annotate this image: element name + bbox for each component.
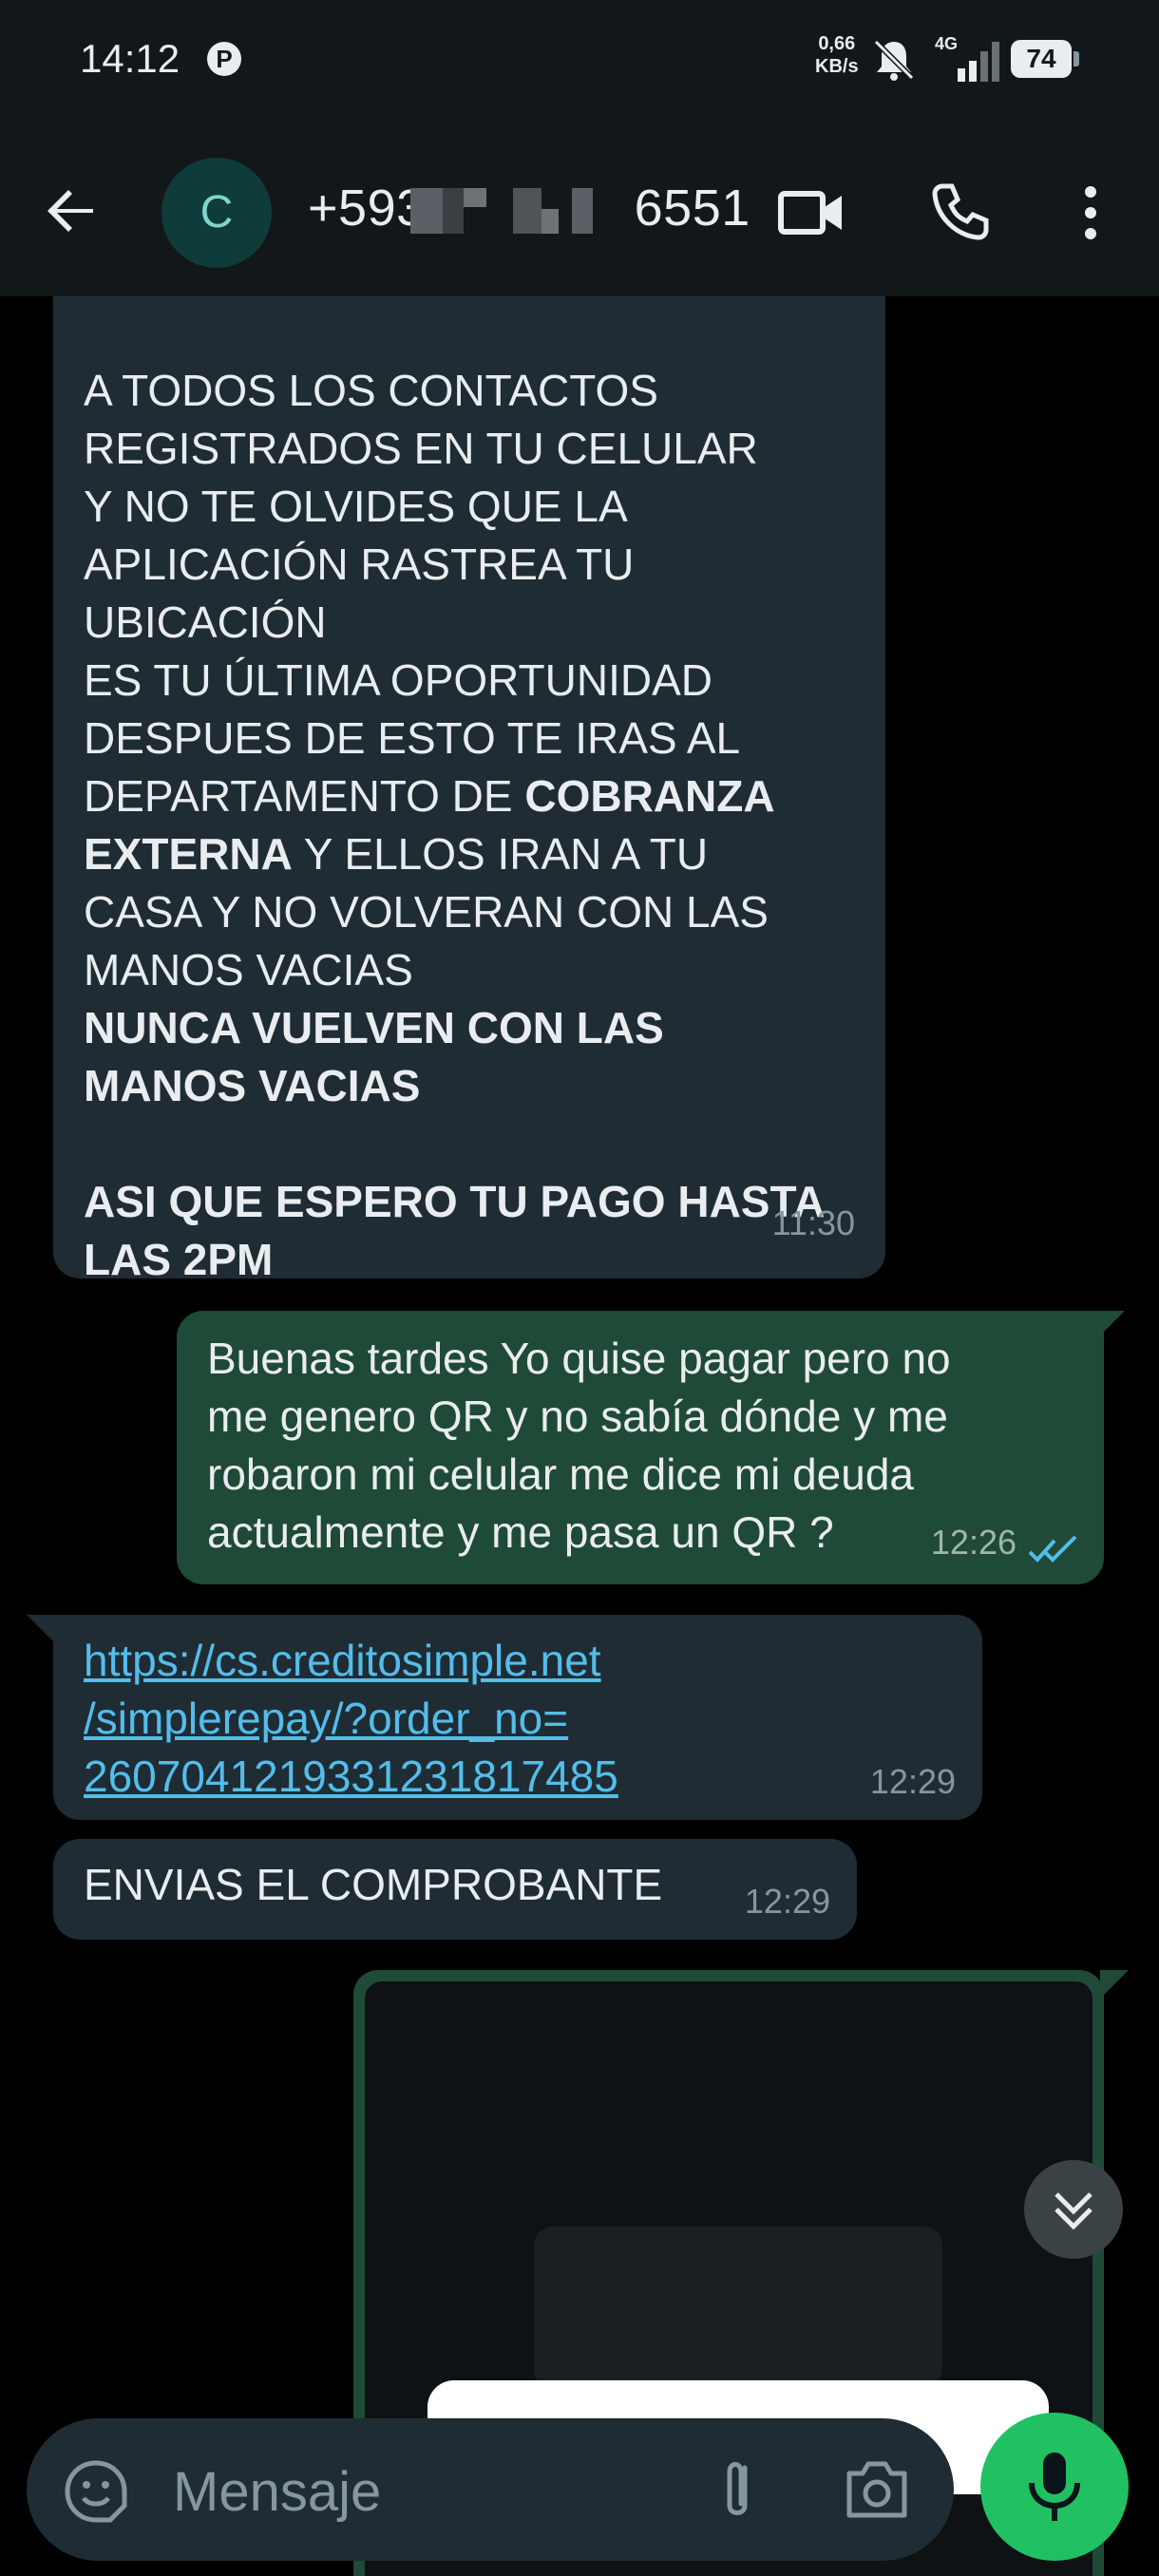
message-bubble-incoming[interactable]: https://cs.creditosimple.net /simplerepa… bbox=[27, 1615, 982, 1820]
message-text: A TODOS LOS CONTACTOS REGISTRADOS EN TU … bbox=[84, 304, 872, 1289]
message-time: 12:29 bbox=[744, 1882, 830, 1921]
message-text: ENVIAS EL COMPROBANTE bbox=[84, 1860, 663, 1909]
network-speed-value: 0,66 bbox=[818, 33, 856, 54]
message-bubble-incoming[interactable]: ENVIAS EL COMPROBANTE 12:29 bbox=[53, 1839, 857, 1940]
contact-suffix: 6551 bbox=[634, 180, 750, 237]
message-bubble-outgoing[interactable]: Buenas tardes Yo quise pagar pero no me … bbox=[177, 1311, 1125, 1584]
read-ticks-icon bbox=[1028, 1535, 1077, 1563]
back-arrow-icon[interactable] bbox=[42, 180, 103, 241]
message-time: 12:26 bbox=[930, 1523, 1016, 1562]
payment-link[interactable]: https://cs.creditosimple.net /simplerepa… bbox=[84, 1632, 863, 1806]
network-speed-unit: KB/s bbox=[815, 56, 859, 77]
message-time: 12:29 bbox=[869, 1762, 956, 1801]
redacted-number bbox=[408, 186, 610, 236]
camera-icon[interactable] bbox=[842, 2458, 912, 2521]
message-text-part: A TODOS LOS CONTACTOS REGISTRADOS EN TU … bbox=[84, 366, 758, 821]
chat-header: C +593 6551 bbox=[0, 123, 1159, 298]
battery-indicator: 74 bbox=[1011, 40, 1079, 78]
sticker-emoji-icon[interactable] bbox=[63, 2458, 129, 2525]
message-input[interactable] bbox=[171, 2453, 669, 2530]
message-text-bold: NUNCA VUELVEN CON LAS MANOS VACIAS ASI Q… bbox=[84, 1003, 826, 1284]
more-vert-icon[interactable] bbox=[1075, 184, 1106, 241]
paperclip-icon[interactable] bbox=[703, 2454, 771, 2527]
network-speed: 0,66 KB/s bbox=[815, 32, 859, 78]
voice-record-button[interactable] bbox=[980, 2413, 1129, 2561]
network-type: 4G bbox=[935, 34, 958, 53]
message-composer bbox=[27, 2418, 954, 2561]
microphone-icon bbox=[1029, 2453, 1080, 2521]
scroll-to-bottom-button[interactable] bbox=[1024, 2160, 1123, 2259]
video-call-icon[interactable] bbox=[777, 182, 846, 243]
bell-off-icon bbox=[873, 39, 915, 81]
bubble-tail bbox=[27, 1615, 55, 1643]
message-time: 11:30 bbox=[771, 1203, 855, 1242]
message-bubble-incoming[interactable]: A TODOS LOS CONTACTOS REGISTRADOS EN TU … bbox=[53, 296, 885, 1284]
bubble-tail bbox=[1096, 1311, 1125, 1339]
signal-icon: 4G bbox=[935, 34, 999, 82]
double-chevron-down-icon bbox=[1054, 2192, 1092, 2230]
status-time: 14:12 bbox=[80, 36, 180, 81]
message-list[interactable]: A TODOS LOS CONTACTOS REGISTRADOS EN TU … bbox=[0, 296, 1159, 2576]
avatar[interactable]: C bbox=[162, 158, 272, 268]
phone-icon[interactable] bbox=[929, 180, 992, 243]
pinterest-icon: P bbox=[207, 42, 241, 76]
status-bar: 14:12 P 0,66 KB/s 4G 74 bbox=[0, 0, 1159, 123]
image-content-block bbox=[534, 2226, 942, 2388]
bubble-tail bbox=[1100, 1970, 1129, 1998]
